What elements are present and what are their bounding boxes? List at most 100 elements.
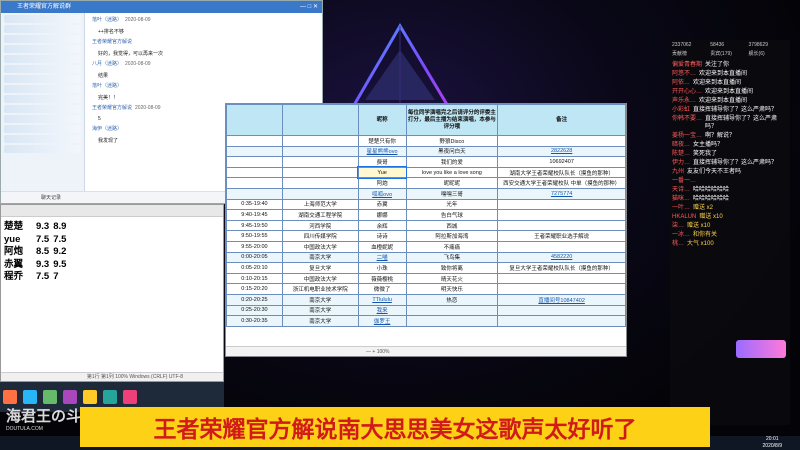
cell-song[interactable]: love you like a love song [405, 166, 499, 179]
cell-school[interactable]: 中国政法大学 [281, 240, 359, 253]
cell-note[interactable]: 直播间号10847402 [497, 293, 626, 306]
danmaku-user[interactable]: 九州 [672, 168, 684, 176]
cell-song[interactable]: 告白气球 [405, 209, 499, 221]
danmaku-user[interactable]: 你韩不要… [672, 115, 702, 131]
cell-song[interactable]: 致你将离 [405, 262, 499, 274]
cell-song[interactable] [405, 304, 499, 317]
cell-time[interactable]: 0:25-20:30 [226, 304, 283, 317]
cell-note[interactable]: 7275774 [497, 187, 626, 200]
cell-note[interactable] [497, 272, 626, 285]
stat-item[interactable]: 2337062 [672, 42, 710, 50]
cell-school[interactable]: 上海师范大学 [281, 198, 359, 211]
cell-nick[interactable]: 小珠 [357, 262, 407, 274]
cell-nick[interactable]: 诗诗 [357, 230, 407, 242]
cell-school[interactable]: 南京大学 [281, 315, 359, 327]
cell-song[interactable]: 野狼Disco [405, 135, 499, 147]
app-icon[interactable] [43, 390, 57, 404]
cell-school[interactable]: 南京大学 [281, 304, 359, 317]
cell-nick[interactable]: 我来 [357, 304, 407, 317]
danmaku-item[interactable]: 暗夜… 女主播吗？ [672, 141, 788, 149]
app-icon[interactable] [123, 390, 137, 404]
cell-note[interactable]: 4582220 [497, 251, 626, 264]
cell-note[interactable] [497, 304, 626, 317]
cell-time[interactable]: 9:50-19:55 [226, 230, 283, 242]
cell-song[interactable]: 飞鸟集 [405, 251, 499, 264]
header-cell[interactable] [226, 104, 283, 136]
danmaku-user[interactable]: 天诗… [672, 186, 690, 194]
danmaku-item[interactable]: 开开心心… 欢迎来到本直播间 [672, 88, 788, 96]
group-member-list[interactable] [1, 13, 85, 203]
app-icon[interactable] [23, 390, 37, 404]
cell-note[interactable] [497, 315, 626, 327]
cell-school[interactable]: 南京大学 [281, 293, 359, 306]
cell-song[interactable]: 黑夜问白天 [405, 145, 499, 158]
danmaku-item[interactable]: 猫咪… 哈哈哈哈哈哈 [672, 195, 788, 203]
chat-history-button[interactable]: 聊天记录 [41, 195, 61, 201]
cell-nick[interactable]: 血橙妮妮 [357, 240, 407, 253]
danmaku-user[interactable]: 一番一… [672, 177, 696, 185]
cell-time[interactable]: 0:10-20:15 [226, 272, 283, 285]
danmaku-user[interactable]: 暗夜… [672, 141, 690, 149]
group-member-item[interactable] [4, 55, 81, 63]
group-member-item[interactable] [4, 125, 81, 133]
cell-time[interactable]: 0:35-19:40 [226, 198, 283, 211]
cell-nick[interactable]: 薇薇樱桃 [357, 272, 407, 285]
cell-school[interactable]: 浙江机电职业技术学院 [281, 283, 359, 295]
cell-time[interactable]: 0:20-20:25 [226, 293, 283, 306]
danmaku-item[interactable]: 小彩虹 直接挥辅导你了？这么严肃吗？ [672, 106, 788, 114]
chat-titlebar[interactable]: 王者荣耀官方解说群 — □ ✕ [1, 1, 322, 13]
danmaku-item[interactable]: 一番一… [672, 177, 788, 185]
cell-note[interactable] [497, 219, 626, 232]
cell-time[interactable]: 9:45-19:50 [226, 219, 283, 232]
cell-nick[interactable]: 星星熊熊ovo [357, 145, 407, 158]
cell-school[interactable] [281, 156, 359, 168]
cell-song[interactable]: 我们的爱 [405, 156, 499, 168]
cell-school[interactable] [281, 145, 359, 158]
cell-school[interactable]: 湖南交通工程学院 [281, 209, 359, 221]
cell-nick[interactable]: 余辉 [357, 219, 407, 232]
cell-song[interactable]: 光年 [405, 198, 499, 211]
cell-note[interactable]: 湖南大学王者荣耀校队队长（摸鱼的那种） [497, 166, 626, 179]
cell-song[interactable]: 热恋 [405, 293, 499, 306]
danmaku-user[interactable]: 伊力… [672, 159, 690, 167]
danmaku-item[interactable]: 声乐永… 欢迎来到本直播间 [672, 97, 788, 105]
header-cell[interactable]: 昵称 [357, 104, 407, 136]
group-member-item[interactable] [4, 115, 81, 123]
cell-song[interactable]: 西城 [405, 219, 499, 232]
cell-nick[interactable]: 微微了 [357, 283, 407, 295]
cell-time[interactable] [226, 177, 283, 189]
cell-note[interactable] [497, 198, 626, 211]
cell-song[interactable] [405, 315, 499, 327]
danmaku-item[interactable]: 九州 友友们今天不王者吗 [672, 168, 788, 176]
cell-time[interactable] [226, 145, 283, 158]
danmaku-item[interactable]: 偏爱青春期 关注了你 [672, 61, 788, 69]
danmaku-item[interactable]: 你韩不要… 直接挥辅导你了？这么严肃吗？ [672, 115, 788, 131]
danmaku-user[interactable]: 小彩虹 [672, 106, 690, 114]
cell-nick[interactable]: 阿炮 [357, 177, 407, 189]
cell-time[interactable]: 9:55-20:00 [226, 240, 283, 253]
stat-item[interactable]: 贡献榜 [672, 50, 710, 59]
danmaku-item[interactable]: 陈楚… 笑死我了 [672, 150, 788, 158]
cell-time[interactable] [226, 156, 283, 168]
stat-item[interactable]: 贵宾(179) [710, 50, 748, 59]
group-member-item[interactable] [4, 35, 81, 43]
taskbar-clock[interactable]: 20:01 2020/8/9 [763, 436, 782, 450]
cell-school[interactable]: 河西学院 [281, 219, 359, 232]
group-member-item[interactable] [4, 105, 81, 113]
cell-time[interactable]: 0:00-20:05 [226, 251, 283, 264]
cell-time[interactable] [226, 135, 283, 147]
cell-time[interactable]: 0:05-20:10 [226, 262, 283, 274]
danmaku-user[interactable]: 开开心心… [672, 88, 702, 96]
group-member-item[interactable] [4, 45, 81, 53]
score-notepad[interactable]: 楚楚 9.3 8.9 yue 7.5 7.5 阿炮 8.5 9.2 赤翼 9.3 9.5 程乔 7.5 7 … [0, 204, 224, 382]
danmaku-user[interactable]: 猫咪… [672, 195, 690, 203]
stat-item[interactable]: 58436 [710, 42, 748, 50]
group-member-item[interactable] [4, 65, 81, 73]
cell-school[interactable]: 四川传媒学院 [281, 230, 359, 242]
danmaku-user[interactable]: 阿依… [672, 79, 690, 87]
cell-nick[interactable]: 呱呱ovo [357, 187, 407, 200]
cell-school[interactable]: 南京大学 [281, 251, 359, 264]
cell-song[interactable]: 晴天花火 [405, 272, 499, 285]
cell-song[interactable]: 阿拉斯加海湾 [405, 230, 499, 242]
cell-note[interactable] [497, 135, 626, 147]
